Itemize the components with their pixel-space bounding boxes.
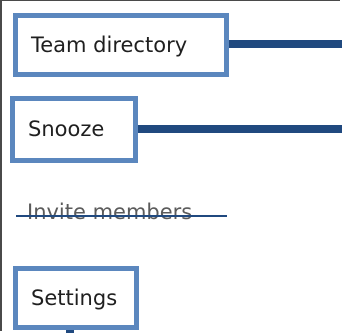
menu-item-invite-members[interactable]: Invite members	[27, 202, 192, 223]
connector-line	[227, 40, 342, 48]
menu-item-label: Team directory	[31, 32, 188, 57]
menu-item-label: Snooze	[28, 117, 105, 141]
menu-item-team-directory[interactable]: Team directory	[13, 13, 229, 77]
menu-item-settings[interactable]: Settings	[13, 266, 139, 330]
strikethrough-line	[16, 215, 227, 217]
menu-item-label: Settings	[31, 285, 118, 310]
connector-line	[136, 125, 342, 133]
menu-item-snooze[interactable]: Snooze	[10, 96, 138, 163]
